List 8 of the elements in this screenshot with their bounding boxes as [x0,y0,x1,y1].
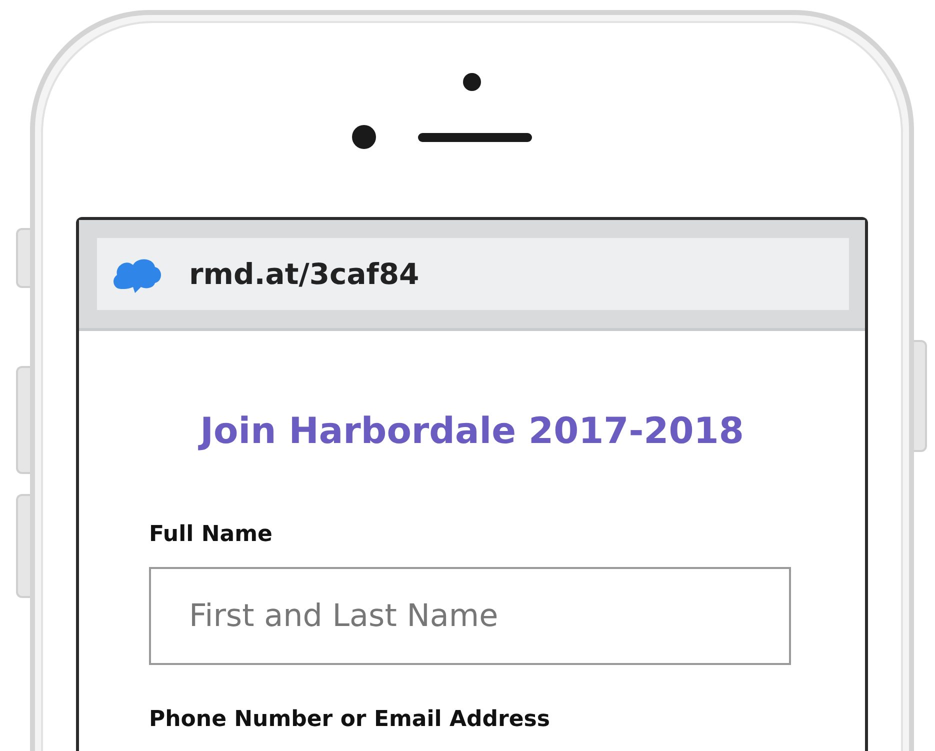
sensor-dot [463,73,481,91]
field-label: Phone Number or Email Address [149,707,551,732]
camera-dot [352,125,376,149]
text-input[interactable]: First and Last Name [149,567,791,665]
form-title: Join Harbordale 2017-2018 [197,411,745,452]
url-text: rmd.at/3caf84 [189,257,420,291]
field-label: Full Name [149,522,274,547]
address-bar[interactable]: rmd.at/3caf84 [97,238,849,310]
